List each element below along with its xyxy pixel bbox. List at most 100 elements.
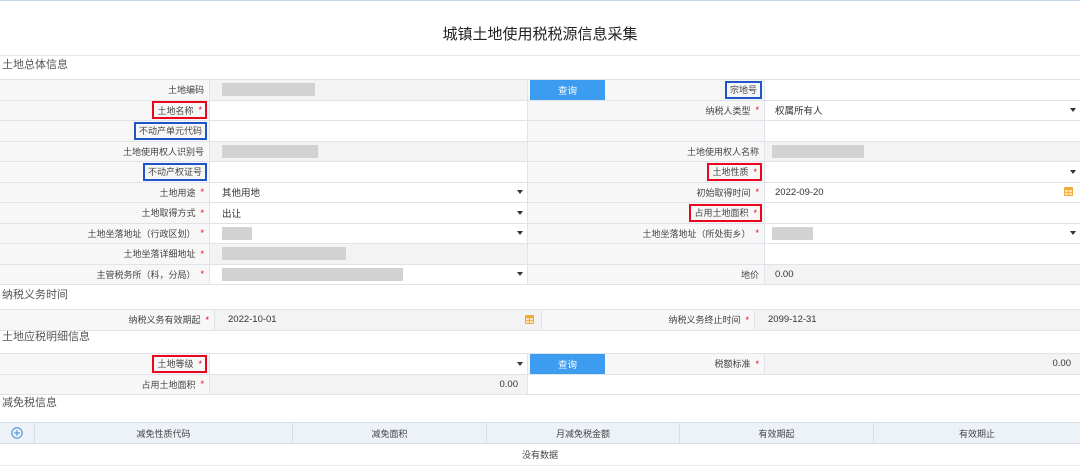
initial-acquire-date-input[interactable]: 2022-09-20 <box>765 182 1080 202</box>
calendar-icon[interactable] <box>525 314 534 324</box>
add-row-cell <box>0 423 35 443</box>
land-grade-select[interactable] <box>210 354 528 374</box>
form-row: 土地等级 * 查询 税额标准 * 0.00 <box>0 354 1080 375</box>
label-cell: 占用土地面积 * <box>528 203 765 223</box>
obligation-start-input[interactable]: 2022-10-01 <box>215 310 542 330</box>
property-unit-code-label: 不动产单元代码 <box>138 126 202 137</box>
taxable-detail-form: 土地等级 * 查询 税额标准 * 0.00 占用土地面积 * 0.00 <box>0 353 1080 395</box>
form-row: 不动产单元代码 <box>0 121 1080 142</box>
column-header[interactable]: 有效期止 <box>874 423 1080 443</box>
redacted-value <box>222 226 252 240</box>
tax-standard-value: 0.00 <box>1052 358 1072 370</box>
empty-value-cell <box>765 121 1080 141</box>
empty-state-text: 没有数据 <box>521 450 558 460</box>
taxpayer-type-label: 纳税人类型 <box>705 105 751 116</box>
label-cell: 土地名称 * <box>0 100 210 120</box>
tax-source-form-page: 城镇土地使用税税源信息采集 土地总体信息 土地编码 查询 宗地号 土地名称 * … <box>0 0 1080 466</box>
detail-occupied-area-value: 0.00 <box>499 378 519 390</box>
label-cell: 不动产权证号 <box>0 162 210 182</box>
address-district-select[interactable] <box>210 223 528 243</box>
user-name-field <box>765 141 1080 161</box>
user-id-no-field <box>210 141 528 161</box>
land-nature-highlight: 土地性质 * <box>707 162 762 181</box>
calendar-icon[interactable] <box>1064 187 1073 197</box>
label-cell: 土地使用权人名称 <box>528 141 765 161</box>
land-use-select[interactable]: 其他用地 <box>210 182 528 202</box>
title-divider <box>0 55 1080 56</box>
empty-value-cell <box>765 244 1080 264</box>
obligation-end-label: 纳税义务终止时间 <box>668 315 741 326</box>
empty-label-cell <box>528 121 765 141</box>
chevron-down-icon[interactable] <box>1070 108 1076 113</box>
occupied-area-input[interactable] <box>765 203 1080 223</box>
chevron-down-icon[interactable] <box>517 231 523 236</box>
label-cell: 初始取得时间 * <box>528 182 765 202</box>
obligation-form: 纳税义务有效期起 * 2022-10-01 纳税义务终止时间 * 2099-12… <box>0 309 1080 331</box>
label-cell: 查询 税额标准 * <box>528 354 765 374</box>
tax-office-select[interactable] <box>210 264 528 284</box>
chevron-down-icon[interactable] <box>1070 169 1076 174</box>
land-code-field <box>210 80 528 100</box>
chevron-down-icon[interactable] <box>517 361 523 366</box>
column-header[interactable]: 减免面积 <box>293 423 487 443</box>
user-id-no-label: 土地使用权人识别号 <box>122 146 204 157</box>
land-use-label: 土地用途 <box>159 187 196 198</box>
column-header[interactable]: 月减免税金额 <box>487 423 680 443</box>
label-cell: 土地使用权人识别号 <box>0 141 210 161</box>
chevron-down-icon[interactable] <box>517 210 523 215</box>
form-row: 不动产权证号 土地性质 * <box>0 162 1080 183</box>
label-cell: 主管税务所（科，分局） * <box>0 264 210 284</box>
required-mark: * <box>745 314 749 325</box>
label-cell: 纳税义务有效期起 * <box>0 310 215 330</box>
required-mark: * <box>200 248 204 259</box>
initial-acquire-date-label: 初始取得时间 <box>696 187 751 198</box>
occupied-area-highlight: 占用土地面积 * <box>689 203 762 222</box>
address-street-select[interactable] <box>765 223 1080 243</box>
taxpayer-type-value: 权属所有人 <box>775 106 823 118</box>
form-row: 土地使用权人识别号 土地使用权人名称 <box>0 141 1080 162</box>
required-mark: * <box>200 379 204 390</box>
user-name-label: 土地使用权人名称 <box>686 146 759 157</box>
redacted-value <box>222 247 346 261</box>
chevron-down-icon[interactable] <box>517 190 523 195</box>
parcel-no-input[interactable] <box>765 80 1080 100</box>
property-cert-no-input[interactable] <box>210 162 528 182</box>
label-cell: 查询 宗地号 <box>528 80 765 100</box>
column-header[interactable]: 减免性质代码 <box>35 423 293 443</box>
obligation-end-field: 2099-12-31 <box>755 310 1080 330</box>
plus-circle-icon[interactable] <box>11 427 23 439</box>
required-mark: * <box>200 187 204 198</box>
required-mark: * <box>200 228 204 239</box>
land-grade-query-button[interactable]: 查询 <box>530 354 605 374</box>
redacted-value <box>772 226 813 240</box>
form-row: 主管税务所（科，分局） * 地价 0.00 <box>0 264 1080 285</box>
property-unit-code-input[interactable] <box>210 121 528 141</box>
label-cell: 土地用途 * <box>0 182 210 202</box>
detail-occupied-area-label: 占用土地面积 <box>141 379 196 390</box>
acquire-method-select[interactable]: 出让 <box>210 203 528 223</box>
address-street-label: 土地坐落地址（所处街乡） <box>642 228 751 239</box>
land-use-value: 其他用地 <box>222 188 261 200</box>
land-name-input[interactable] <box>210 100 528 120</box>
parcel-no-highlight: 宗地号 <box>724 80 762 99</box>
required-mark: * <box>205 314 209 325</box>
land-nature-select[interactable] <box>765 162 1080 182</box>
redacted-value <box>222 267 403 281</box>
column-header[interactable]: 有效期起 <box>680 423 874 443</box>
land-code-query-button[interactable]: 查询 <box>530 80 605 100</box>
required-mark: * <box>200 207 204 218</box>
required-mark: * <box>755 228 759 239</box>
taxpayer-type-select[interactable]: 权属所有人 <box>765 100 1080 120</box>
label-cell: 占用土地面积 * <box>0 374 210 394</box>
tax-standard-label: 税额标准 <box>714 359 751 370</box>
chevron-down-icon[interactable] <box>517 272 523 277</box>
label-cell: 土地编码 <box>0 80 210 100</box>
form-row: 土地名称 * 纳税人类型 * 权属所有人 <box>0 100 1080 121</box>
required-mark: * <box>755 105 759 116</box>
form-row: 土地用途 * 其他用地 初始取得时间 * 2022-09-20 <box>0 182 1080 203</box>
land-price-label: 地价 <box>740 269 759 280</box>
required-mark: * <box>755 187 759 198</box>
chevron-down-icon[interactable] <box>1070 231 1076 236</box>
label-cell: 土地取得方式 * <box>0 203 210 223</box>
table-empty-row: 没有数据 <box>0 444 1080 466</box>
